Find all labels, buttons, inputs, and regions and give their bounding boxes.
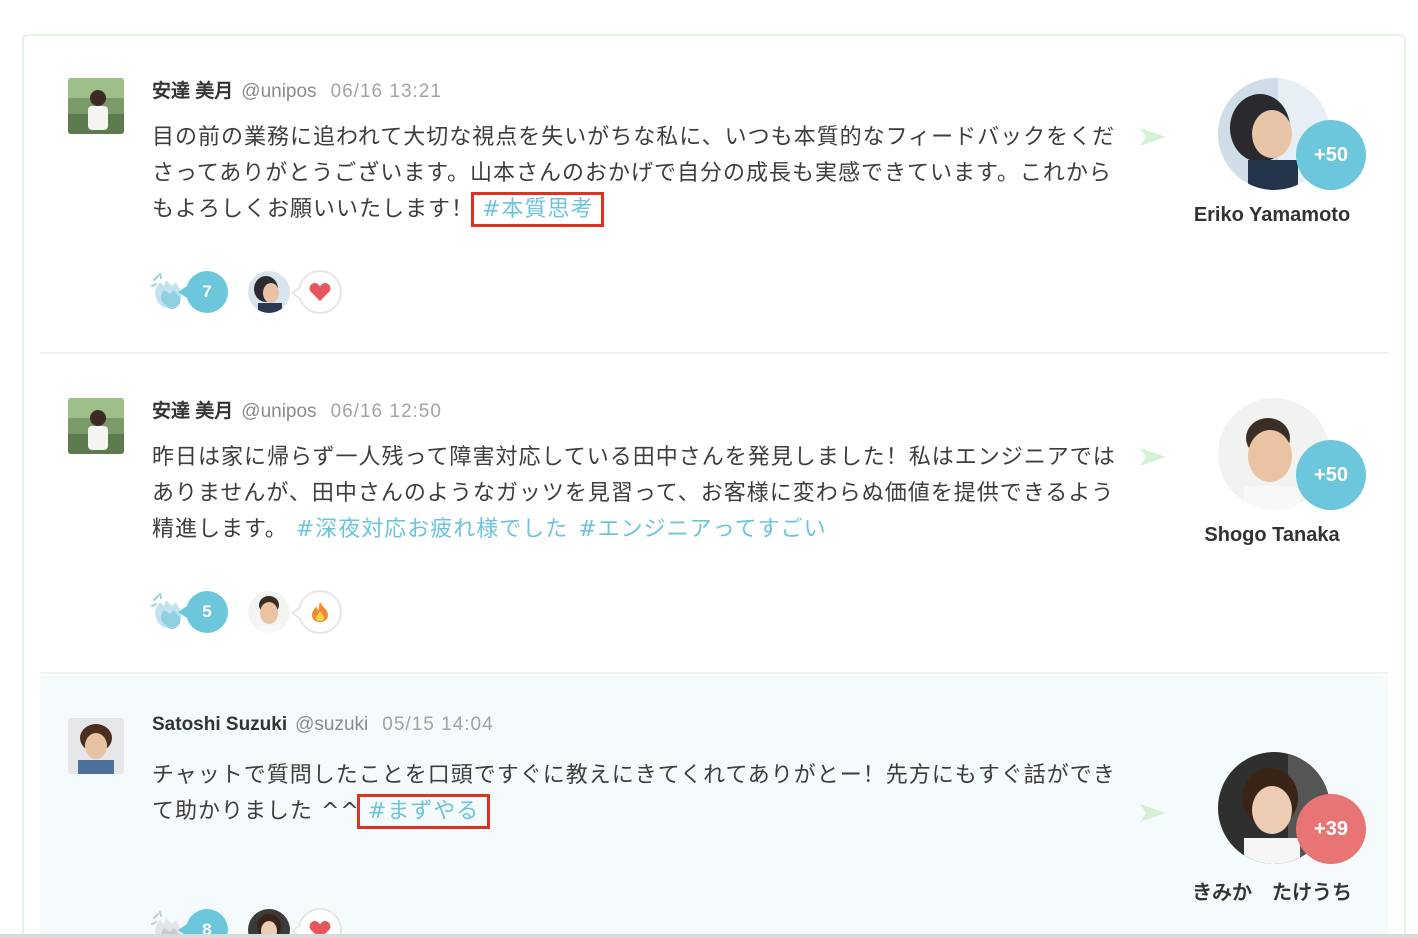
reactions-bar: 7 (150, 268, 342, 316)
hashtag-link[interactable]: #まずやる (356, 794, 491, 829)
reactor-avatar[interactable] (248, 591, 290, 633)
sender-avatar[interactable] (68, 718, 124, 774)
sender-handle[interactable]: @unipos (241, 401, 316, 423)
message-text: 目の前の業務に追われて大切な視点を失いがちな私に、いつも本質的なフィードバックを… (152, 125, 1116, 222)
post-timestamp: 06/16 13:21 (330, 81, 442, 102)
reactions-bar: 5 (150, 588, 342, 636)
send-arrow-icon (1138, 802, 1168, 824)
message-text: チャットで質問したことを口頭ですぐに教えにきてくれてありがとー！先方にもすぐ話が… (152, 763, 1116, 824)
post-card: 安達 美月 @unipos 06/16 12:50 昨日は家に帰らず一人残って障… (40, 358, 1388, 676)
sender-avatar[interactable] (68, 398, 124, 454)
sender-avatar[interactable] (68, 78, 124, 134)
send-arrow-icon (1138, 446, 1168, 468)
post-card: 安達 美月 @unipos 06/16 13:21 目の前の業務に追われて大切な… (40, 38, 1388, 356)
hashtag-link[interactable]: #本質思考 (471, 192, 605, 227)
heart-icon (309, 283, 331, 301)
post-card: Satoshi Suzuki @suzuki 05/15 14:04 チャットで… (40, 676, 1388, 938)
points-badge: +50 (1296, 120, 1366, 190)
send-arrow-icon (1138, 126, 1168, 148)
fire-icon (312, 602, 328, 622)
post-divider (40, 352, 1388, 354)
clap-count[interactable]: 7 (178, 271, 228, 313)
sender-name[interactable]: 安達 美月 (152, 76, 233, 103)
recipient-name[interactable]: Eriko Yamamoto (1164, 204, 1380, 227)
reaction-bubble[interactable] (291, 590, 342, 634)
sender-handle[interactable]: @suzuki (295, 714, 368, 736)
reaction-bubble[interactable] (291, 270, 342, 314)
recipient-name[interactable]: Shogo Tanaka (1164, 524, 1380, 547)
post-timestamp: 06/16 12:50 (330, 401, 442, 422)
clap-count[interactable]: 5 (178, 591, 228, 633)
post-message: 昨日は家に帰らず一人残って障害対応している田中さんを発見しました！私はエンジニア… (152, 440, 1132, 548)
post-header: Satoshi Suzuki @suzuki 05/15 14:04 (152, 714, 494, 742)
post-feed: 安達 美月 @unipos 06/16 13:21 目の前の業務に追われて大切な… (22, 34, 1406, 938)
post-message: 目の前の業務に追われて大切な視点を失いがちな私に、いつも本質的なフィードバックを… (152, 120, 1132, 228)
hashtag-link[interactable]: #深夜対応お疲れ様でした (296, 517, 568, 542)
sender-name[interactable]: 安達 美月 (152, 396, 233, 423)
post-timestamp: 05/15 14:04 (382, 714, 494, 735)
sender-name[interactable]: Satoshi Suzuki (152, 714, 287, 736)
bottom-edge (0, 934, 1418, 938)
reactor-avatar[interactable] (248, 271, 290, 313)
points-badge: +39 (1296, 794, 1366, 864)
hashtag-link[interactable]: #エンジニアってすごい (578, 517, 826, 542)
sender-handle[interactable]: @unipos (241, 81, 316, 103)
post-divider (40, 672, 1388, 674)
recipient-name[interactable]: きみか たけうち (1164, 876, 1380, 905)
post-message: チャットで質問したことを口頭ですぐに教えにきてくれてありがとー！先方にもすぐ話が… (152, 758, 1132, 830)
post-header: 安達 美月 @unipos 06/16 12:50 (152, 396, 442, 424)
post-header: 安達 美月 @unipos 06/16 13:21 (152, 76, 442, 104)
points-badge: +50 (1296, 440, 1366, 510)
